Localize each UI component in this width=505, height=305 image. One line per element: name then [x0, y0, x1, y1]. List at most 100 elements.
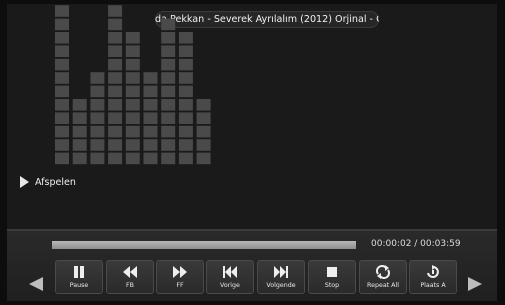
equalizer-segment [55, 112, 69, 124]
equalizer-segment [196, 112, 211, 124]
equalizer-bar [108, 5, 123, 165]
next-button[interactable]: Volgende [257, 260, 305, 294]
equalizer-segment [161, 18, 176, 31]
equalizer-segment [143, 125, 158, 138]
equalizer-segment [161, 139, 176, 151]
equalizer-segment [55, 58, 69, 71]
equalizer-segment [125, 99, 140, 111]
equalizer-segment [72, 139, 87, 151]
equalizer-bar [196, 99, 211, 165]
fast-forward-button[interactable]: FF [156, 260, 204, 294]
pause-button[interactable]: Pause [55, 260, 103, 294]
equalizer-segment [178, 32, 193, 44]
equalizer-segment [108, 5, 123, 17]
equalizer-segment [196, 152, 211, 165]
equalizer-segment [108, 152, 123, 165]
fast-forward-label: FF [176, 282, 184, 289]
equalizer-segment [55, 139, 69, 151]
equalizer-segment [108, 32, 123, 44]
progress-fill [52, 241, 356, 249]
equalizer-segment [90, 125, 105, 138]
pause-icon [72, 265, 86, 279]
equalizer-segment [178, 139, 193, 151]
equalizer-segment [55, 152, 69, 165]
equalizer-segment [125, 32, 140, 44]
equalizer-segment [143, 152, 158, 165]
arrow-right-icon[interactable] [468, 277, 482, 291]
rewind-button[interactable]: FB [106, 260, 154, 294]
equalizer-segment [161, 85, 176, 98]
equalizer-segment [125, 85, 140, 98]
equalizer-segment [178, 125, 193, 138]
equalizer-segment [108, 85, 123, 98]
equalizer-bar [161, 18, 176, 165]
rewind-icon [122, 265, 138, 279]
equalizer-segment [125, 152, 140, 165]
equalizer-segment [90, 99, 105, 111]
previous-button[interactable]: Vorige [206, 260, 254, 294]
repeat-icon [375, 265, 391, 279]
equalizer-segment [161, 58, 176, 71]
equalizer-segment [178, 112, 193, 124]
equalizer-segment [125, 112, 140, 124]
equalizer-segment [178, 58, 193, 71]
equalizer-segment [90, 139, 105, 151]
equalizer-segment [125, 72, 140, 84]
equalizer-segment [108, 125, 123, 138]
equalizer-segment [108, 139, 123, 151]
equalizer-segment [108, 18, 123, 31]
ab-repeat-button[interactable]: Plaats A [409, 260, 457, 294]
equalizer-segment [90, 72, 105, 84]
equalizer-segment [161, 152, 176, 165]
media-player-screen: da Pekkan - Severek Ayrılalım (2012) Orj… [7, 4, 497, 301]
stop-icon [325, 265, 339, 279]
ab-repeat-label: Plaats A [420, 282, 446, 289]
equalizer-segment [125, 139, 140, 151]
progress-bar[interactable] [52, 241, 356, 249]
equalizer-segment [55, 5, 69, 17]
equalizer-segment [72, 125, 87, 138]
equalizer-segment [143, 99, 158, 111]
equalizer-bar [178, 32, 193, 165]
equalizer-segment [55, 18, 69, 31]
rewind-label: FB [126, 282, 134, 289]
equalizer-visualizer [55, 5, 211, 165]
equalizer-segment [161, 99, 176, 111]
equalizer-segment [72, 152, 87, 165]
play-icon [20, 176, 29, 188]
equalizer-segment [108, 112, 123, 124]
next-icon [273, 265, 289, 279]
equalizer-segment [196, 125, 211, 138]
equalizer-segment [178, 45, 193, 57]
previous-icon [222, 265, 238, 279]
equalizer-segment [143, 112, 158, 124]
equalizer-segment [161, 112, 176, 124]
equalizer-segment [55, 99, 69, 111]
equalizer-segment [196, 99, 211, 111]
equalizer-segment [55, 45, 69, 57]
stop-button[interactable]: Stop [308, 260, 356, 294]
repeat-button[interactable]: Repeat All [359, 260, 407, 294]
pause-label: Pause [69, 282, 89, 289]
fast-forward-icon [172, 265, 188, 279]
equalizer-bar [55, 5, 69, 165]
equalizer-segment [125, 45, 140, 57]
equalizer-bar [72, 99, 87, 165]
equalizer-segment [72, 112, 87, 124]
equalizer-segment [178, 85, 193, 98]
arrow-left-icon[interactable] [29, 277, 43, 291]
equalizer-segment [125, 58, 140, 71]
equalizer-bar [90, 72, 105, 165]
previous-label: Vorige [220, 282, 240, 289]
equalizer-segment [196, 139, 211, 151]
stop-label: Stop [324, 282, 340, 289]
equalizer-segment [161, 45, 176, 57]
equalizer-segment [55, 32, 69, 44]
equalizer-segment [125, 125, 140, 138]
equalizer-segment [108, 58, 123, 71]
equalizer-segment [143, 139, 158, 151]
equalizer-segment [72, 99, 87, 111]
control-panel: 00:00:02 / 00:03:59 Pause FB FF Vorige V… [7, 229, 497, 301]
playback-status-label: Afspelen [35, 176, 76, 188]
equalizer-segment [143, 72, 158, 84]
